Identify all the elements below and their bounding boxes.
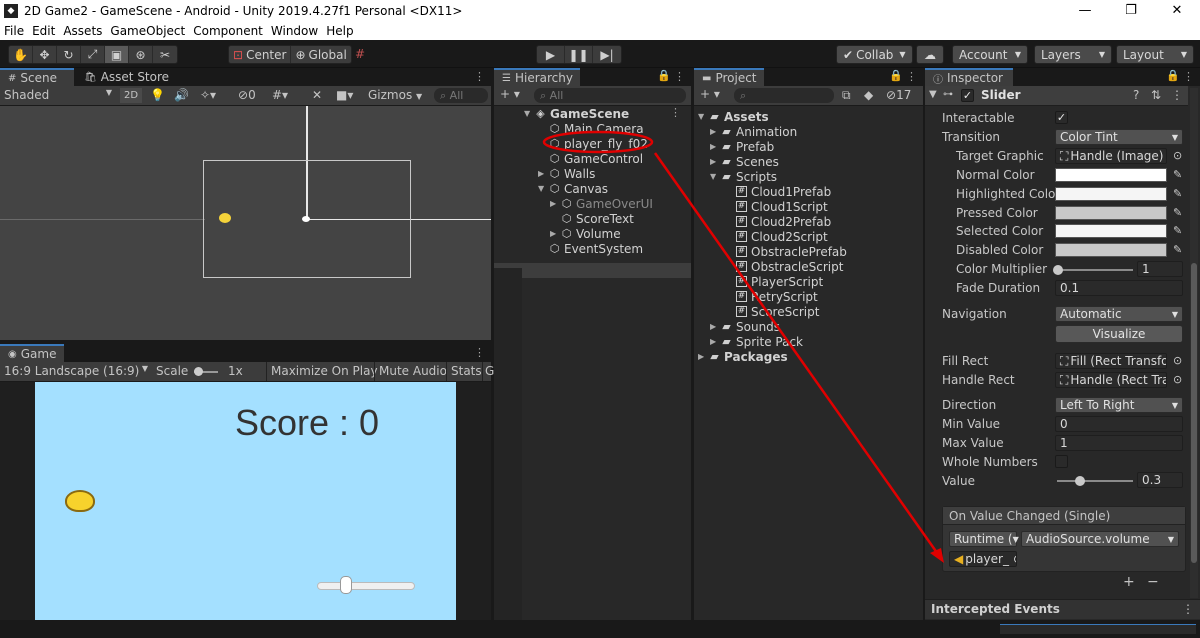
annotation-arrow-line	[653, 152, 942, 558]
annotation-arrow-head	[930, 548, 944, 563]
annotation-overlay	[542, 130, 944, 563]
highlight-ellipse	[542, 130, 654, 154]
